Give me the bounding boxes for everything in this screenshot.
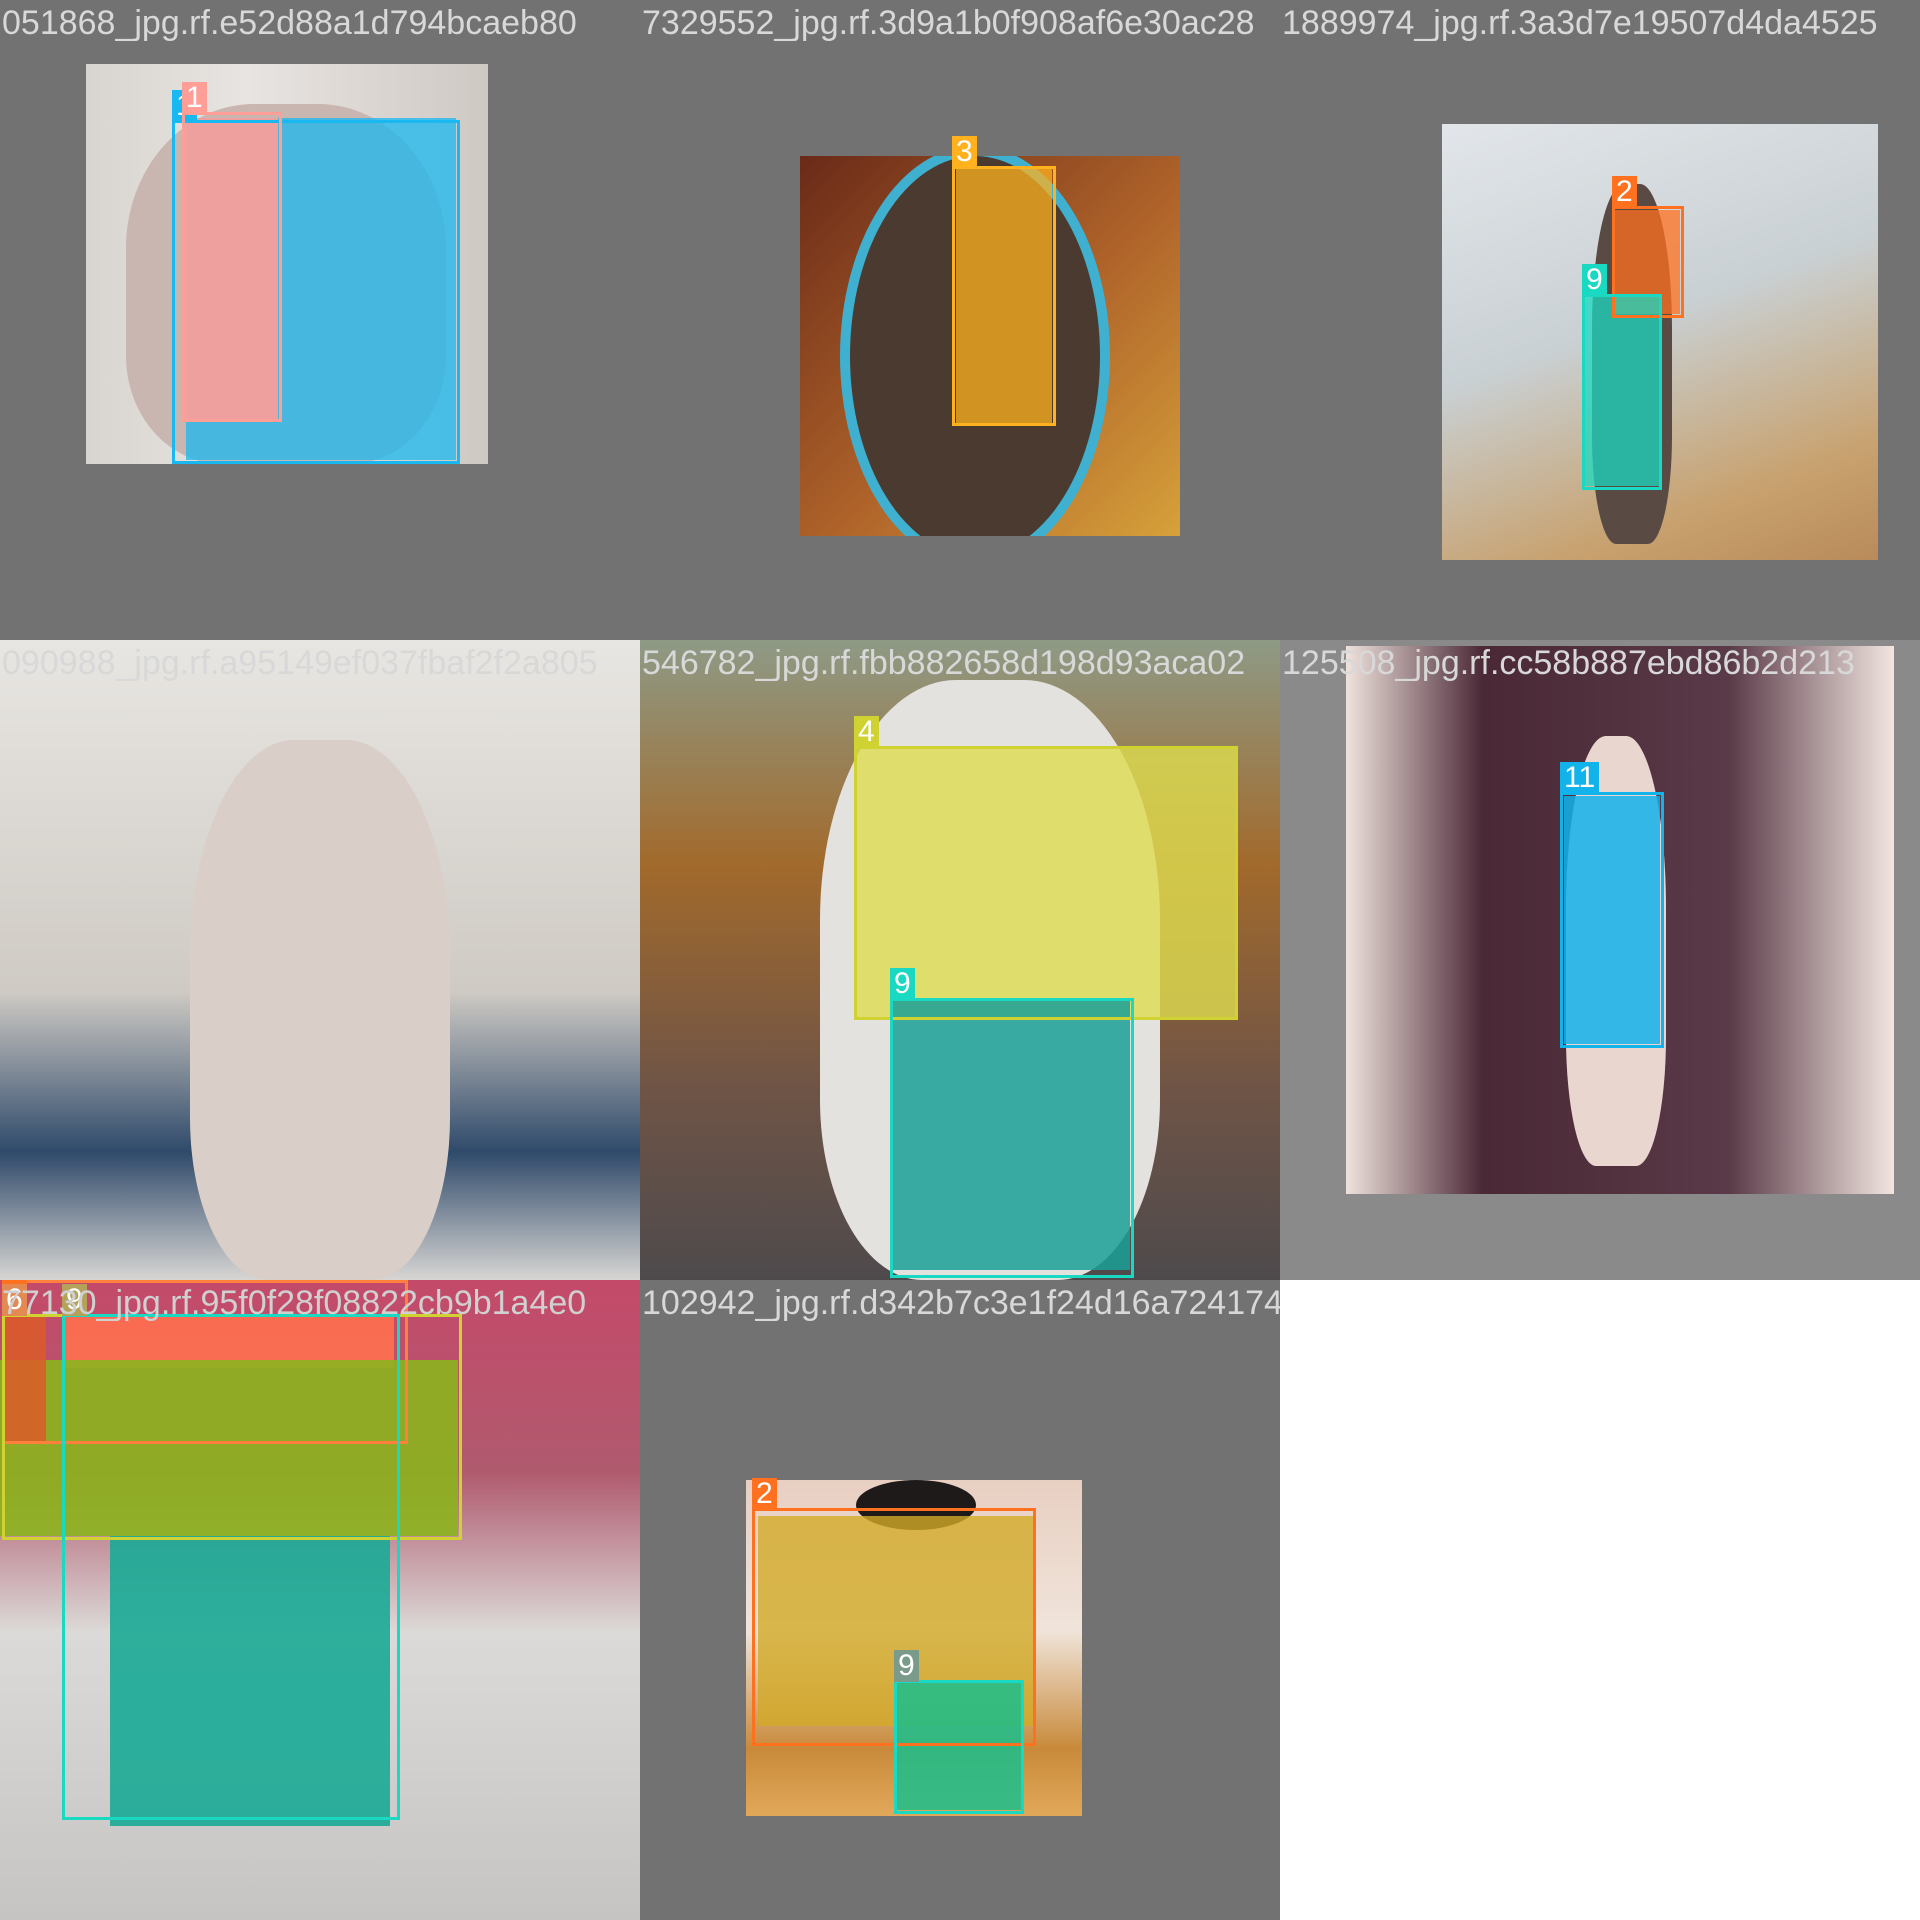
tile-filename: 102942_jpg.rf.d342b7c3e1f24d16a724174831 [642,1284,1280,1322]
detection-box: 9 [894,1650,1024,1814]
tile-filename: 7329552_jpg.rf.3d9a1b0f908af6e30ac28 [642,4,1255,42]
result-tile-3: 1889974_jpg.rf.3a3d7e19507d4da4525 2 9 [1280,0,1920,640]
box-label: 11 [1560,762,1600,794]
box-label: 2 [1612,176,1637,208]
detection-box: 3 [952,136,1056,426]
box-label: 2 [752,1478,777,1510]
result-tile-4: 090988_jpg.rf.a95149ef037fbaf2f2a805 10 … [0,640,640,1280]
detection-box: 11 [1560,762,1664,1048]
result-tile-8: 102942_jpg.rf.d342b7c3e1f24d16a724174831… [640,1280,1280,1920]
person-silhouette [190,740,450,1280]
box-label: 9 [1582,264,1607,296]
photo [0,640,640,1280]
result-tile-2: 7329552_jpg.rf.3d9a1b0f908af6e30ac28 3 [640,0,1280,640]
tile-filename: 546782_jpg.rf.fbb882658d198d93aca02 [642,644,1246,682]
box-label: 4 [854,716,879,748]
result-tile-5: 546782_jpg.rf.fbb882658d198d93aca02 4 9 [640,640,1280,1280]
result-tile-1: 051868_jpg.rf.e52d88a1d794bcaeb80 1 1 [0,0,640,640]
detection-box: 9 [1582,264,1662,490]
box-label: 9 [894,1650,919,1682]
result-tile-6: 125508_jpg.rf.cc58b887ebd86b2d213 11 [1280,640,1920,1280]
tile-filename: 090988_jpg.rf.a95149ef037fbaf2f2a805 [2,644,598,682]
detection-box: 9 [62,1284,400,1820]
box-label: 3 [952,136,977,168]
detection-box: 9 [890,968,1134,1278]
tile-filename: 1889974_jpg.rf.3a3d7e19507d4da4525 [1282,4,1878,42]
result-tile-7: 77130_jpg.rf.95f0f28f08822cb9b1a4e0 2 6 … [0,1280,640,1920]
box-label: 9 [890,968,915,1000]
tile-filename: 125508_jpg.rf.cc58b887ebd86b2d213 [1282,644,1855,682]
detection-box: 1 [182,82,282,422]
empty-cell [1280,1280,1920,1920]
box-label: 1 [182,82,207,114]
tile-filename: 77130_jpg.rf.95f0f28f08822cb9b1a4e0 [2,1284,587,1322]
tile-filename: 051868_jpg.rf.e52d88a1d794bcaeb80 [2,4,577,42]
